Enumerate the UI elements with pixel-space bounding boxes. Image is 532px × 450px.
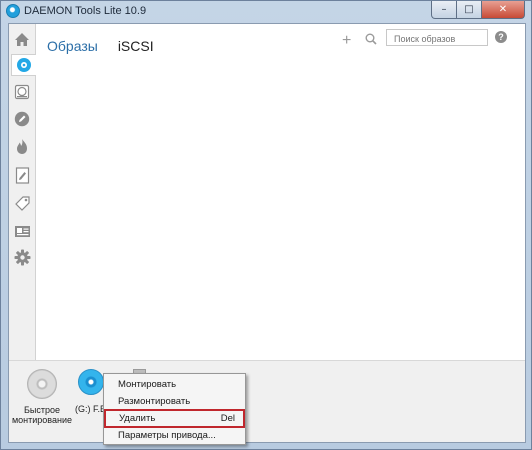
- settings-gear-icon: [14, 249, 30, 265]
- maximize-button[interactable]: □: [457, 1, 482, 19]
- sidebar-item-home[interactable]: [11, 28, 33, 50]
- menu-item-delete[interactable]: Удалить Del: [104, 409, 245, 428]
- sidebar-item-usb[interactable]: [11, 192, 33, 214]
- menu-item-label: Параметры привода...: [118, 430, 216, 441]
- home-icon: [15, 32, 29, 46]
- quick-mount-disc-icon: [27, 369, 57, 399]
- main-tabs: Образы iSCSI: [47, 38, 154, 54]
- app-window: DAEMON Tools Lite 10.9 – □ ✕ Образы iSCS…: [0, 0, 532, 450]
- edit-pencil-icon: [14, 111, 30, 127]
- usb-tag-icon: [14, 195, 30, 211]
- client-area: Образы iSCSI + ? Быстрое монтирование (G…: [8, 23, 526, 443]
- window-title: DAEMON Tools Lite 10.9: [24, 5, 147, 17]
- menu-item-shortcut: Del: [220, 413, 235, 424]
- sidebar-item-image-editor[interactable]: [11, 164, 33, 186]
- menu-item-drive-settings[interactable]: Параметры привода...: [104, 427, 245, 444]
- image-editor-icon: [15, 166, 29, 184]
- sidebar-item-burn[interactable]: [11, 135, 33, 157]
- close-button[interactable]: ✕: [482, 1, 525, 19]
- sidebar-item-settings[interactable]: [11, 246, 33, 268]
- quick-mount-label: Быстрое монтирование: [11, 405, 72, 425]
- title-bar[interactable]: DAEMON Tools Lite 10.9 – □ ✕: [1, 1, 531, 23]
- menu-item-label: Монтировать: [118, 379, 177, 390]
- catalog-card-icon: [14, 225, 30, 237]
- drive-icon: [14, 84, 30, 100]
- menu-item-label: Размонтировать: [118, 396, 191, 407]
- search-input[interactable]: [386, 29, 488, 46]
- menu-item-unmount[interactable]: Размонтировать: [104, 393, 245, 410]
- images-disc-icon: [17, 58, 31, 72]
- window-controls: – □ ✕: [431, 1, 525, 19]
- menu-item-label: Удалить: [119, 413, 156, 424]
- sidebar-item-catalog[interactable]: [11, 220, 33, 242]
- search-icon[interactable]: [365, 33, 377, 45]
- burn-flame-icon: [17, 138, 27, 154]
- sidebar: [9, 24, 36, 360]
- help-icon[interactable]: ?: [495, 31, 507, 43]
- menu-item-mount[interactable]: Монтировать: [104, 376, 245, 393]
- drive-tray: Быстрое монтирование (G:) F.E: [9, 360, 525, 442]
- sidebar-item-edit[interactable]: [11, 108, 33, 130]
- sidebar-item-drive[interactable]: [11, 81, 33, 103]
- quick-mount-button[interactable]: Быстрое монтирование: [11, 369, 73, 425]
- drive-disc-icon: [78, 369, 104, 395]
- minimize-button[interactable]: –: [431, 1, 457, 19]
- tab-iscsi[interactable]: iSCSI: [118, 38, 154, 54]
- tab-images[interactable]: Образы: [47, 38, 98, 54]
- daemon-tools-app-icon: [6, 4, 20, 18]
- sidebar-item-images[interactable]: [11, 54, 36, 76]
- context-menu: Монтировать Размонтировать Удалить Del П…: [103, 373, 246, 445]
- add-image-icon[interactable]: +: [342, 32, 351, 50]
